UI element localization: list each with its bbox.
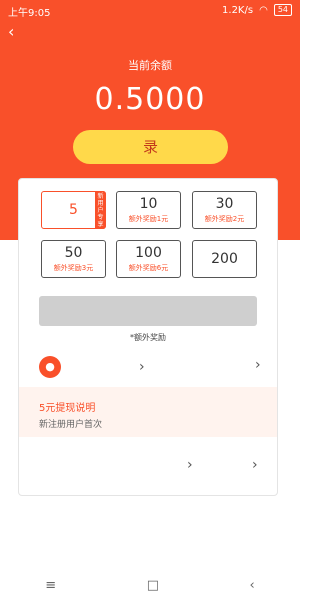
back-nav-icon[interactable]: ‹ [250,578,255,593]
bonus-note: *额外奖励 [130,333,166,342]
balance-value: 0.5000 [94,82,206,117]
status-bar: 上午9:05 1.2K/s ◠ 54 [0,0,300,20]
withdraw-explanation: 5元提现说明 新注册用户首次 [19,387,277,437]
withdraw-card: 5 新用户专享 10 额外奖励1元 30 额外奖励2元 50 额外奖励3元 10… [18,178,278,496]
amount-value: 50 [64,245,83,261]
amount-value: 30 [215,196,234,212]
status-time: 上午9:05 [8,8,51,19]
network-speed: 1.2K/s [222,4,254,16]
amount-value: 100 [135,245,162,261]
battery-icon: 54 [273,4,292,16]
withdraw-button[interactable] [39,296,257,326]
chevron-right-icon[interactable]: › [139,359,145,375]
amount-value: 200 [211,251,238,267]
new-user-badge: 新用户专享 [95,191,106,229]
chevron-right-icon[interactable]: › [187,457,193,473]
amount-option-10[interactable]: 10 额外奖励1元 [116,191,181,229]
system-nav-bar: ≡ □ ‹ [0,570,300,600]
explanation-text: 新注册用户首次 [39,420,103,430]
back-icon[interactable]: ‹ [8,24,14,40]
wifi-icon: ◠ [259,4,268,16]
amount-option-200[interactable]: 200 [192,240,257,278]
amount-bonus: 额外奖励1元 [128,215,169,223]
amount-option-5[interactable]: 5 新用户专享 [41,191,106,229]
amount-option-100[interactable]: 100 额外奖励6元 [116,240,181,278]
balance-label: 当前余额 [128,59,172,72]
menu-icon[interactable]: ≡ [45,578,56,593]
status-indicators: 1.2K/s ◠ 54 [222,4,292,16]
amount-value: 10 [139,196,158,212]
amount-option-30[interactable]: 30 额外奖励2元 [192,191,257,229]
amount-option-50[interactable]: 50 额外奖励3元 [41,240,106,278]
chevron-right-icon[interactable]: › [252,457,258,473]
chevron-right-icon[interactable]: › [255,357,261,373]
explanation-title: 5元提现说明 [39,403,96,414]
amount-bonus: 额外奖励3元 [53,264,94,272]
withdraw-record-button[interactable]: 录 [73,130,228,164]
home-icon[interactable]: □ [147,578,159,593]
amount-bonus: 额外奖励2元 [204,215,245,223]
user-icon: ● [39,356,61,378]
amount-bonus: 额外奖励6元 [128,264,169,272]
